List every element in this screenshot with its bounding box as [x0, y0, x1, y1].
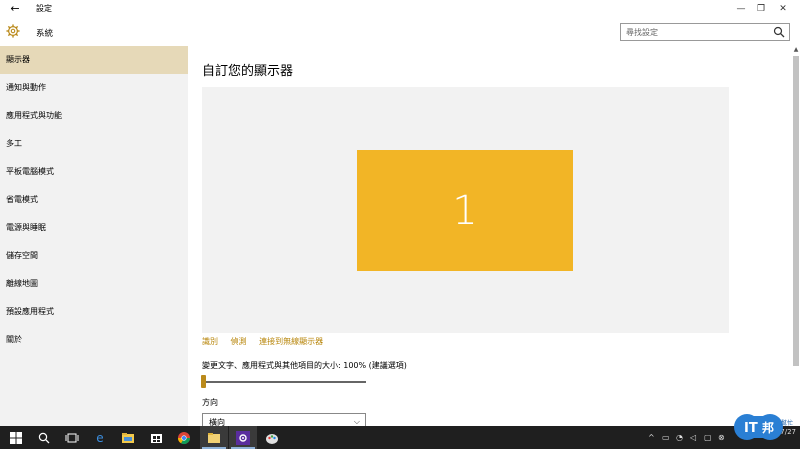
window-title: 設定	[36, 4, 52, 13]
cortana-search-icon[interactable]	[30, 426, 58, 449]
maximize-button[interactable]: ❐	[750, 0, 772, 18]
orientation-dropdown[interactable]: 橫向 ⌵	[202, 413, 366, 426]
scrollbar-thumb[interactable]	[793, 56, 799, 366]
sidebar-item-about[interactable]: 關於	[0, 326, 188, 354]
windows-start-icon[interactable]	[2, 426, 30, 449]
page-title: 自訂您的顯示器	[202, 64, 294, 79]
store-icon[interactable]	[142, 426, 170, 449]
volume-icon[interactable]: ◁	[690, 426, 696, 449]
svg-text:IT: IT	[744, 421, 758, 436]
search-input[interactable]: 尋找設定	[620, 23, 790, 41]
back-arrow-icon[interactable]: ←	[6, 1, 24, 17]
sidebar-item-offline-maps[interactable]: 離線地圖	[0, 270, 188, 298]
sidebar-item-default-apps[interactable]: 預設應用程式	[0, 298, 188, 326]
display-arrangement-area: 1	[202, 87, 729, 333]
identify-link[interactable]: 識別	[202, 337, 218, 346]
chevron-up-icon[interactable]: ^	[648, 426, 655, 449]
connect-wireless-display-link[interactable]: 連接到無線顯示器	[259, 337, 323, 346]
scale-label: 變更文字、應用程式與其他項目的大小: 100% (建議選項)	[202, 361, 407, 370]
search-placeholder: 尋找設定	[626, 28, 658, 37]
notification-icon[interactable]: ▢	[704, 426, 712, 449]
detect-link[interactable]: 偵測	[231, 337, 247, 346]
svg-text:幫忙: 幫忙	[781, 419, 793, 427]
taskbar: e ^ ▭ ◔ ◁ ▢ ⊗ 2015/7/27	[0, 426, 800, 449]
sidebar-item-apps-features[interactable]: 應用程式與功能	[0, 102, 188, 130]
sidebar-item-storage[interactable]: 儲存空間	[0, 242, 188, 270]
chrome-icon[interactable]	[170, 426, 198, 449]
folder-icon[interactable]	[200, 426, 228, 449]
display-links: 識別 偵測 連接到無線顯示器	[202, 336, 333, 347]
gear-icon	[6, 24, 20, 38]
chevron-down-icon: ⌵	[353, 417, 360, 426]
file-explorer-icon[interactable]	[114, 426, 142, 449]
scale-slider-thumb[interactable]	[201, 375, 206, 388]
monitor-tile[interactable]: 1	[357, 150, 573, 271]
settings-app-icon[interactable]	[229, 426, 257, 449]
edge-icon[interactable]: e	[86, 426, 114, 449]
sidebar-item-tablet-mode[interactable]: 平板電腦模式	[0, 158, 188, 186]
search-icon[interactable]	[773, 26, 785, 38]
svg-text:e: e	[96, 431, 103, 445]
wifi-icon[interactable]: ◔	[676, 426, 683, 449]
scale-slider-track[interactable]	[202, 381, 366, 383]
sidebar-item-display[interactable]: 顯示器	[0, 46, 188, 74]
main-content: 自訂您的顯示器 1 識別 偵測 連接到無線顯示器 變更文字、應用程式與其他項目的…	[188, 46, 792, 426]
title-bar: ← 設定 — ❐ ✕	[0, 0, 800, 18]
scroll-up-icon[interactable]: ▲	[792, 46, 800, 54]
minimize-button[interactable]: —	[730, 0, 752, 18]
sidebar-item-power-sleep[interactable]: 電源與睡眠	[0, 214, 188, 242]
task-view-icon[interactable]	[58, 426, 86, 449]
sidebar: 顯示器 通知與動作 應用程式與功能 多工 平板電腦模式 省電模式 電源與睡眠 儲…	[0, 46, 188, 426]
svg-text:邦: 邦	[762, 420, 774, 435]
orientation-label: 方向	[202, 398, 218, 407]
section-title: 系統	[36, 29, 54, 39]
ithome-logo-watermark: IT 邦 幫忙	[734, 414, 793, 440]
scrollbar[interactable]: ▲	[792, 46, 800, 426]
sidebar-item-battery-saver[interactable]: 省電模式	[0, 186, 188, 214]
orientation-value: 橫向	[209, 418, 225, 426]
sidebar-item-multitasking[interactable]: 多工	[0, 130, 188, 158]
close-circle-icon[interactable]: ⊗	[718, 426, 725, 449]
close-button[interactable]: ✕	[772, 0, 794, 18]
battery-icon[interactable]: ▭	[662, 426, 670, 449]
sidebar-item-notifications[interactable]: 通知與動作	[0, 74, 188, 102]
paint-icon[interactable]	[258, 426, 286, 449]
